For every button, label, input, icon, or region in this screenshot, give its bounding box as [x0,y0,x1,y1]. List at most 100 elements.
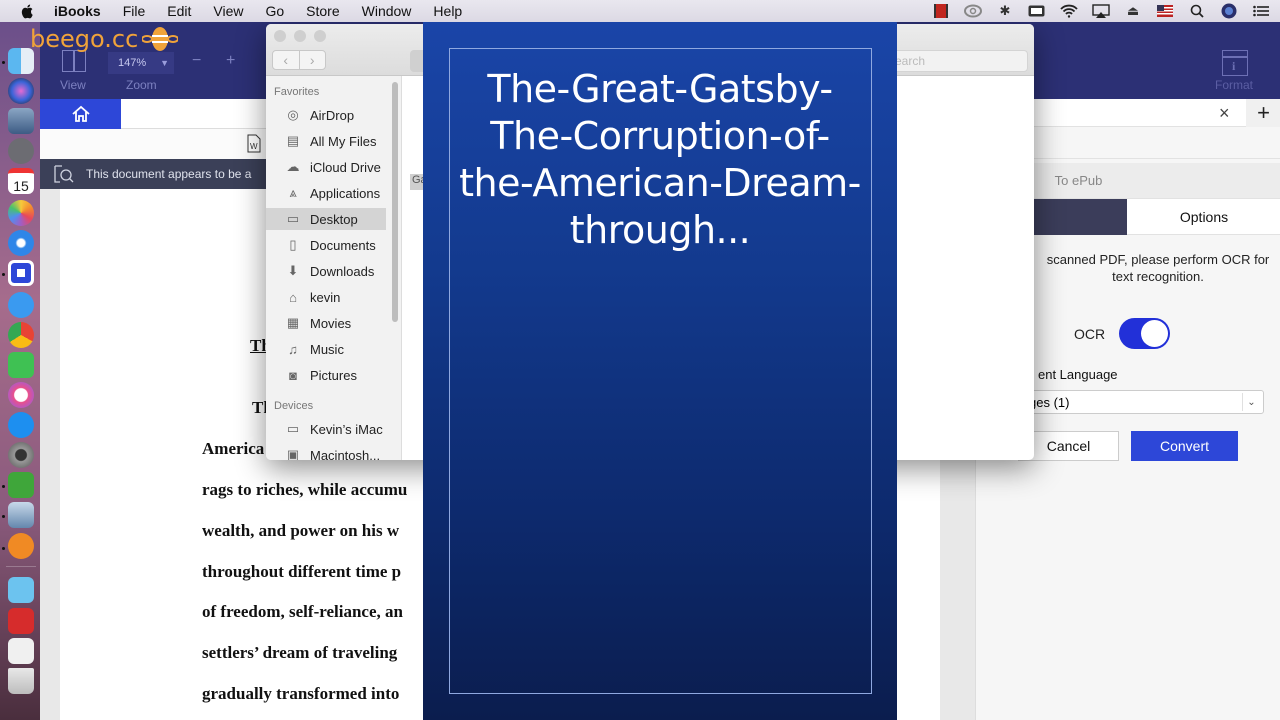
dock-messages-icon[interactable] [8,292,34,318]
airplay-icon[interactable] [1092,3,1110,19]
dock-chrome-icon[interactable] [8,322,34,348]
menu-edit[interactable]: Edit [167,3,191,19]
wifi-icon[interactable] [1060,3,1078,19]
close-window-button[interactable] [274,30,286,42]
running-indicator [2,547,5,550]
us-flag-icon[interactable] [1156,3,1174,19]
sidebar-item-airdrop[interactable]: ◎ AirDrop [266,104,386,126]
dock-document-icon[interactable] [8,638,34,664]
menu-go[interactable]: Go [265,3,284,19]
running-indicator [2,485,5,488]
dock-trash-icon[interactable] [8,668,34,694]
dock-siri-icon[interactable] [8,78,34,104]
menu-help[interactable]: Help [433,3,462,19]
document-line: of freedom, self-reliance, an [202,602,403,621]
sidebar-item-downloads[interactable]: ⬇ Downloads [266,260,386,282]
sidebar-item-music[interactable]: ♫ Music [266,338,386,360]
document-line: settlers’ dream of traveling [202,643,398,662]
ocr-toggle[interactable] [1119,318,1170,349]
devices-header: Devices [274,400,314,412]
document-line: throughout different time p [202,562,402,581]
dock-image-capture-icon[interactable] [8,502,34,528]
apple-icon[interactable] [20,3,36,19]
menu-store[interactable]: Store [306,3,339,19]
dock-safari-icon[interactable] [8,230,34,256]
running-indicator [2,61,5,64]
disk-icon: ▣ [286,447,300,460]
sidebar-item-all-my-files[interactable]: ▤ All My Files [266,130,386,152]
search-input[interactable]: earch [880,50,1028,72]
sidebar-scrollbar[interactable] [392,82,398,322]
running-indicator [2,515,5,518]
sidebar-item-applications[interactable]: ⩓ Applications [266,182,386,204]
dock-preview-icon[interactable] [8,108,34,134]
bluetooth-icon[interactable]: ✱ [996,3,1014,19]
dock-folder-icon[interactable] [8,577,34,603]
sidebar-item-icloud-drive[interactable]: ☁ iCloud Drive [266,156,386,178]
spotlight-icon[interactable] [1188,3,1206,19]
eject-icon[interactable]: ⏏ [1124,3,1142,19]
minimize-window-button[interactable] [294,30,306,42]
sidebar-item-macintosh-hd[interactable]: ▣ Macintosh... [266,444,386,460]
sidebar-item-pictures[interactable]: ◙ Pictures [266,364,386,386]
dock-separator [6,566,36,567]
home-icon: ⌂ [289,289,297,305]
sidebar-item-desktop[interactable]: ▭ Desktop [266,208,386,230]
siri-icon[interactable] [1220,3,1238,19]
menu-app-name[interactable]: iBooks [54,3,101,19]
dock-facetime-icon[interactable] [8,352,34,378]
add-button[interactable]: + [1246,99,1280,127]
back-button[interactable]: ‹ [273,51,300,69]
toggle-knob [1141,320,1168,347]
sidebar-item-documents[interactable]: ▯ Documents [266,234,386,256]
menu-file[interactable]: File [123,3,146,19]
dock-creative-cloud-folder-icon[interactable] [8,608,34,634]
language-select[interactable]: ges (1) ⌄ [1024,390,1264,414]
document-line: rags to riches, while accumu [202,480,408,499]
format-icon[interactable]: i [1222,50,1248,76]
zoom-out-button[interactable]: − [192,52,201,70]
title-line: The-Corruption-of- [490,114,830,158]
notification-center-icon[interactable] [1252,3,1270,19]
dock-photos-icon[interactable] [8,200,34,226]
home-tab[interactable] [40,99,121,129]
battery-icon[interactable] [1028,3,1046,19]
dock-camtasia-icon[interactable] [8,472,34,498]
document-line: America [202,439,265,458]
sidebar-item-kevins-imac[interactable]: ▭ Kevin’s iMac [266,418,386,440]
dock-itunes-icon[interactable] [8,382,34,408]
video-icon[interactable] [932,3,950,19]
dock-ibooks-icon[interactable] [8,533,34,559]
title-line: the-American-Dream- [459,161,861,205]
status-area: ✱ ⏏ [932,0,1270,22]
dock-launchpad-icon[interactable] [8,138,34,164]
menubar: iBooks File Edit View Go Store Window He… [0,0,1280,22]
close-panel-button[interactable]: × [1219,103,1230,124]
convert-button[interactable]: Convert [1131,431,1238,461]
zoom-window-button[interactable] [314,30,326,42]
ocr-message: scanned PDF, please perform OCR for text… [1046,252,1270,284]
forward-button[interactable]: › [300,51,326,69]
creative-cloud-icon[interactable] [964,3,982,19]
menu-view[interactable]: View [213,3,243,19]
zoom-label: Zoom [126,78,157,92]
home-icon [71,105,90,122]
running-indicator [2,273,5,276]
book-title: The-Great-Gatsby- The-Corruption-of- the… [423,66,897,254]
menu-window[interactable]: Window [362,3,412,19]
dock-pdfelement-icon[interactable] [8,260,34,286]
tab-options[interactable]: Options [1127,199,1280,235]
dock-appstore-icon[interactable] [8,412,34,438]
dock-calendar-icon[interactable]: 15 [8,168,34,194]
ocr-label: OCR [1074,326,1106,342]
book-cover[interactable]: The-Great-Gatsby- The-Corruption-of- the… [423,22,897,720]
title-line: The-Great-Gatsby- [487,67,833,111]
navigation-buttons: ‹ › [272,50,326,70]
word-file-icon[interactable]: W [247,134,261,153]
downloads-icon: ⬇ [287,263,299,278]
sidebar-item-kevin[interactable]: ⌂ kevin [266,286,386,308]
sidebar-item-movies[interactable]: ▦ Movies [266,312,386,334]
zoom-in-button[interactable]: + [226,52,235,70]
movies-icon: ▦ [286,315,300,330]
dock-system-preferences-icon[interactable] [8,442,34,468]
